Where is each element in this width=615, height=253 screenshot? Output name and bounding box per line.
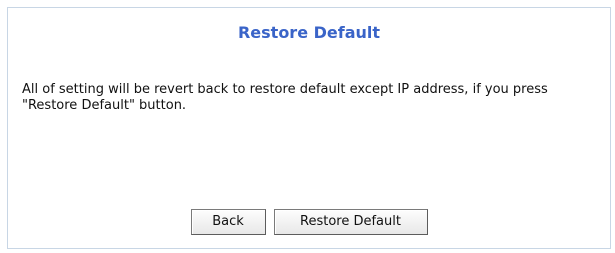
action-buttons: Back Restore Default xyxy=(8,209,610,235)
page-title: Restore Default xyxy=(237,23,381,42)
restore-default-button[interactable]: Restore Default xyxy=(273,209,428,235)
back-button[interactable]: Back xyxy=(190,209,266,235)
restore-default-message: All of setting will be revert back to re… xyxy=(22,82,548,113)
restore-default-panel: Restore Default All of setting will be r… xyxy=(7,7,611,249)
